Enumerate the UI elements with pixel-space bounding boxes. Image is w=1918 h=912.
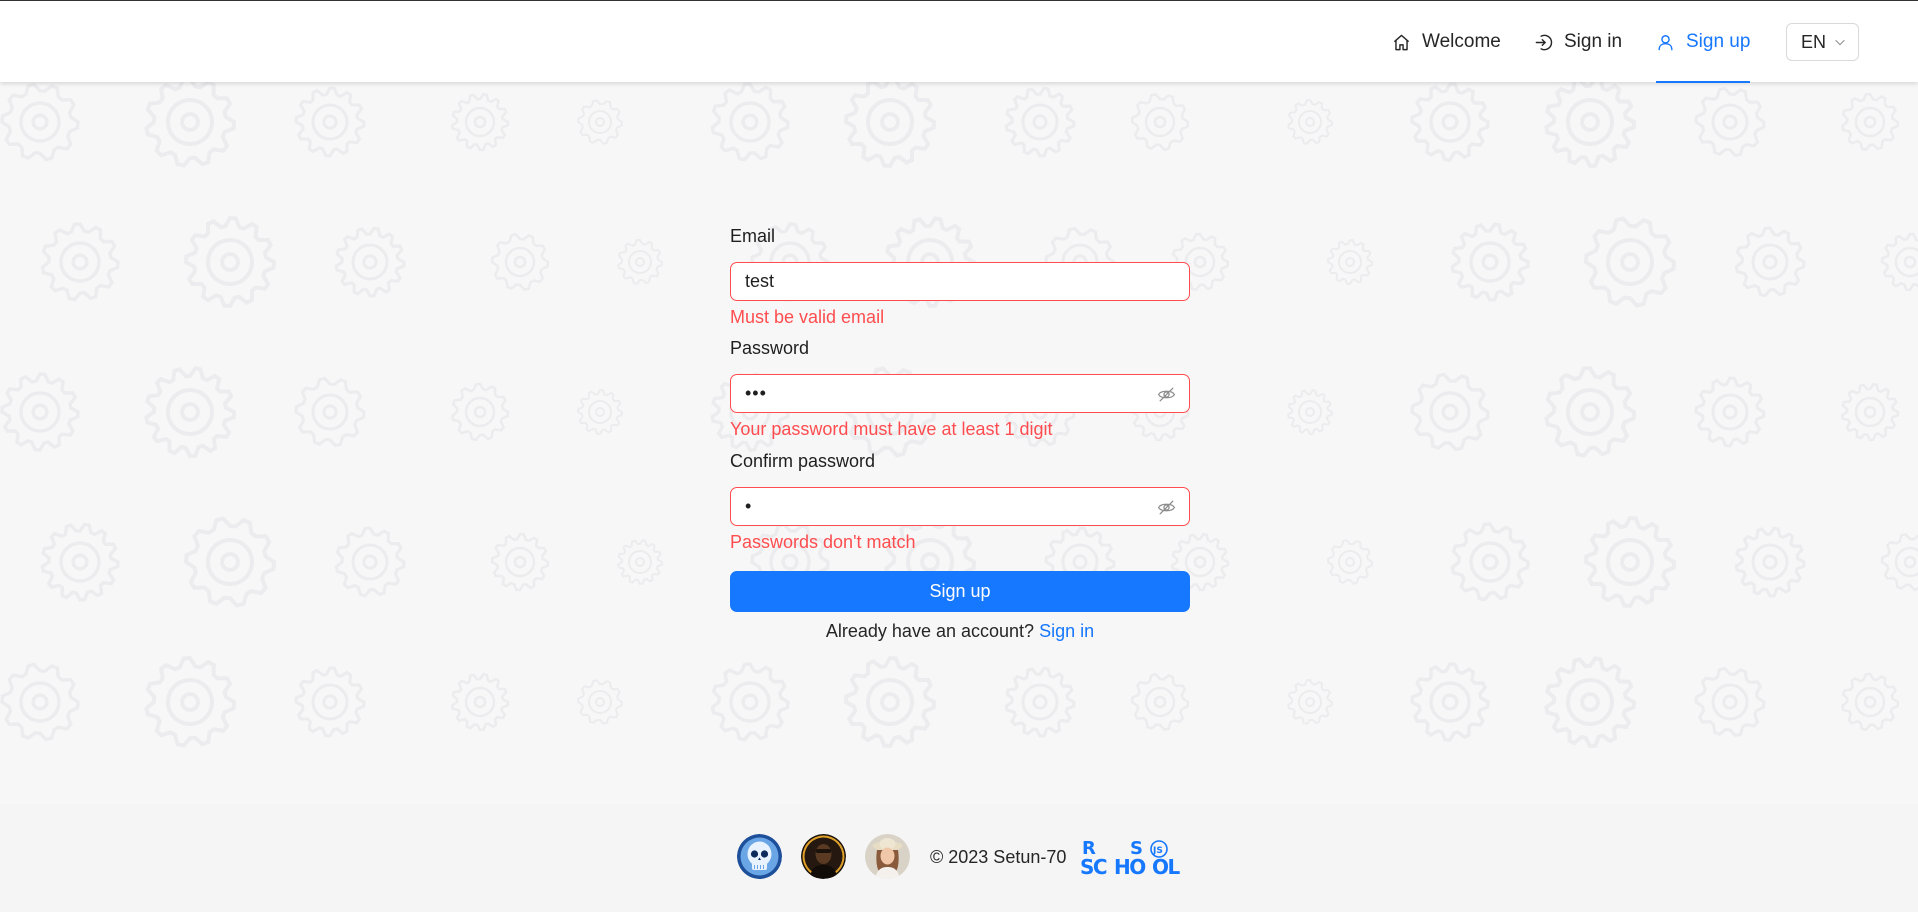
email-label: Email — [730, 226, 776, 246]
confirm-password-label: Confirm password — [730, 451, 876, 471]
language-select[interactable]: EN — [1786, 23, 1859, 61]
sign-in-prompt: Already have an account? Sign in — [730, 621, 1190, 642]
nav-welcome-label: Welcome — [1422, 31, 1501, 52]
rs-school-logo[interactable]: R S JS SC HO OL — [1080, 837, 1184, 879]
rs-school-logo-image: R S JS SC HO OL — [1080, 838, 1182, 879]
nav-sign-in-label: Sign in — [1564, 31, 1623, 52]
password-label: Password — [730, 338, 810, 358]
sign-up-button[interactable]: Sign up — [730, 571, 1190, 612]
copyright-text: © 2023 Setun-70 — [930, 847, 1067, 867]
woman-avatar-image — [865, 834, 910, 879]
avatar-woman[interactable] — [865, 834, 910, 879]
confirm-password-block: Confirm password • Passwords don't match — [730, 451, 1190, 558]
avatar-skull[interactable] — [737, 834, 782, 879]
svg-text:OL: OL — [1152, 855, 1181, 879]
svg-text:HO: HO — [1114, 855, 1145, 879]
email-field[interactable] — [745, 271, 1175, 292]
skull-avatar-image — [737, 834, 782, 879]
nav-sign-up-label: Sign up — [1686, 31, 1751, 52]
man-avatar-image — [801, 834, 846, 879]
email-error: Must be valid email — [730, 307, 885, 327]
email-block: Email Must be valid email — [730, 226, 1190, 333]
sign-in-link[interactable]: Sign in — [1039, 621, 1094, 641]
login-icon — [1535, 34, 1553, 50]
password-field[interactable]: ••• — [730, 374, 1190, 413]
nav-welcome[interactable]: Welcome — [1392, 1, 1501, 83]
sign-up-form: Email Must be valid email Password ••• Y… — [730, 226, 1190, 642]
confirm-password-error: Passwords don't match — [730, 532, 916, 552]
confirm-password-value: • — [745, 496, 753, 516]
language-value: EN — [1801, 31, 1827, 52]
avatar-man[interactable] — [801, 834, 846, 879]
top-navigation-bar: Welcome Sign in Sign up EN — [0, 0, 1918, 83]
password-value: ••• — [745, 383, 767, 403]
chevron-down-icon — [1835, 39, 1845, 46]
eye-invisible-icon[interactable] — [1157, 498, 1176, 517]
confirm-password-field[interactable]: • — [730, 487, 1190, 526]
nav-sign-up[interactable]: Sign up — [1656, 1, 1751, 83]
email-field-wrapper — [730, 262, 1190, 301]
nav-sign-in[interactable]: Sign in — [1534, 1, 1622, 83]
svg-text:SC: SC — [1080, 855, 1107, 879]
home-icon — [1393, 34, 1410, 50]
eye-invisible-icon[interactable] — [1157, 385, 1176, 404]
sign-in-prompt-text: Already have an account? — [825, 621, 1035, 641]
password-block: Password ••• Your password must have at … — [730, 338, 1190, 445]
footer: © 2023 Setun-70 R S JS SC HO OL — [0, 804, 1918, 912]
password-error: Your password must have at least 1 digit — [730, 419, 1053, 439]
user-icon — [1658, 34, 1673, 50]
